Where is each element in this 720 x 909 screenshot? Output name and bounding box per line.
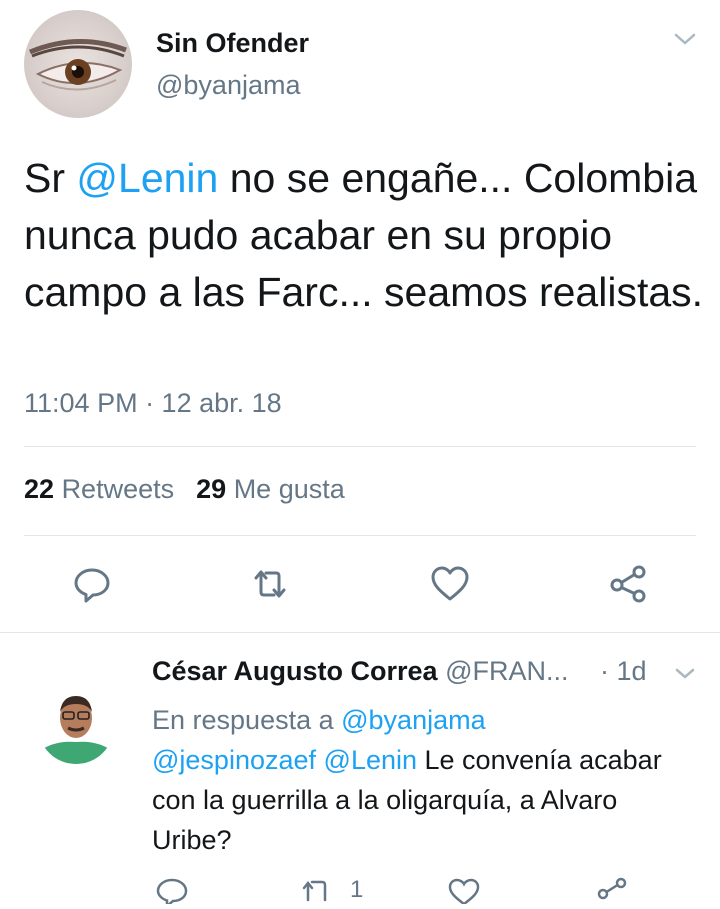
share-icon[interactable] — [606, 562, 650, 606]
replying-to-label: En respuesta a — [152, 705, 341, 735]
likes-label: Me gusta — [234, 474, 345, 504]
display-name[interactable]: Sin Ofender — [156, 28, 309, 59]
tweet-text-start: Sr — [24, 155, 76, 201]
retweets-count: 22 — [24, 474, 54, 504]
reply-text: En respuesta a @byanjama @jespinozaef @L… — [152, 700, 692, 860]
reply-time[interactable]: · 1d — [600, 656, 647, 687]
tweet-text: Sr @Lenin no se engañe... Colombia nunca… — [24, 150, 704, 321]
share-icon[interactable] — [594, 874, 630, 904]
heart-icon[interactable] — [428, 562, 472, 606]
reply-avatar[interactable] — [38, 688, 114, 764]
replying-to-link[interactable]: @byanjama — [341, 705, 485, 735]
reply-handle[interactable]: @FRAN... — [445, 656, 568, 686]
chevron-down-icon[interactable] — [672, 30, 698, 48]
mention-link[interactable]: @Lenin — [324, 745, 417, 775]
mention-link[interactable]: @Lenin — [76, 155, 218, 201]
retweet-icon[interactable] — [248, 562, 292, 606]
reply-icon[interactable] — [154, 874, 190, 904]
timestamp: 11:04 PM · 12 abr. 18 — [24, 388, 282, 419]
retweets-label: Retweets — [62, 474, 175, 504]
reply-header: César Augusto Correa @FRAN... — [152, 656, 569, 687]
chevron-down-icon[interactable] — [674, 666, 696, 682]
avatar[interactable] — [24, 10, 132, 118]
heart-icon[interactable] — [446, 874, 482, 904]
mention-link[interactable]: @jespinozaef — [152, 745, 316, 775]
reply-retweet-count: 1 — [350, 876, 363, 904]
retweet-icon[interactable] — [298, 874, 334, 904]
person-avatar-image — [38, 688, 114, 764]
divider — [0, 632, 720, 633]
likes-count: 29 — [196, 474, 226, 504]
user-handle[interactable]: @byanjama — [156, 70, 300, 101]
divider — [24, 535, 696, 536]
reply-icon[interactable] — [70, 562, 114, 606]
divider — [24, 446, 696, 447]
likes-stat[interactable]: 29 Me gusta — [196, 474, 345, 504]
engagement-stats: 22 Retweets 29 Me gusta — [24, 474, 345, 505]
retweets-stat[interactable]: 22 Retweets — [24, 474, 174, 504]
reply-display-name[interactable]: César Augusto Correa — [152, 656, 438, 686]
eye-avatar-image — [24, 10, 132, 118]
